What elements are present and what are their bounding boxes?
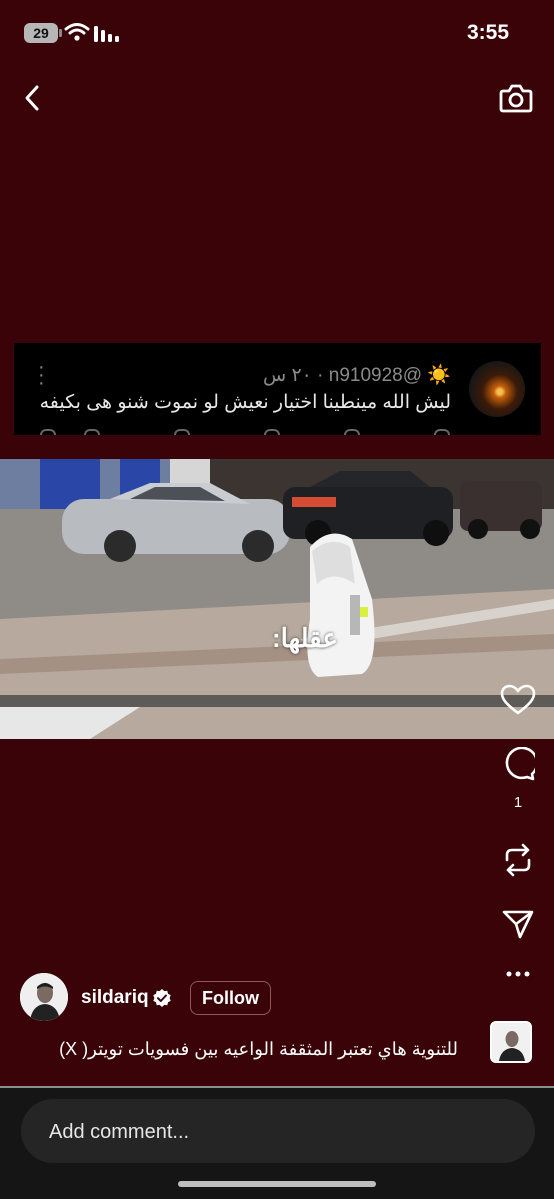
verified-badge-icon (153, 989, 171, 1007)
home-indicator (178, 1181, 376, 1187)
top-bar (0, 66, 554, 130)
username[interactable]: sildariq (81, 987, 149, 1009)
author-row: sildariq Follow (20, 973, 420, 1023)
heart-icon (500, 684, 536, 715)
more-button[interactable] (500, 962, 536, 986)
tweet-avatar (469, 361, 525, 417)
back-button[interactable] (14, 80, 50, 116)
follow-button[interactable]: Follow (190, 981, 271, 1015)
battery-level: 29 (33, 25, 49, 41)
bookmark-icon (84, 429, 100, 435)
wifi-icon (64, 23, 90, 41)
share-button[interactable] (500, 906, 536, 942)
avatar[interactable] (20, 973, 68, 1021)
audio-thumbnail[interactable] (490, 1021, 532, 1063)
repost-icon (505, 843, 531, 877)
tweet-screenshot: ☀️ @n910928 · ٢٠ س ليش الله مينطينا اختي… (14, 343, 541, 435)
repost-button[interactable] (500, 842, 536, 878)
share-icon (40, 429, 56, 435)
reply-icon (434, 429, 450, 435)
comment-placeholder: Add comment... (49, 1121, 190, 1143)
avatar-image (20, 973, 68, 1021)
video-scene (0, 459, 554, 739)
tweet-meta: ☀️ @n910928 · ٢٠ س (263, 363, 451, 387)
signal-icon (94, 26, 119, 42)
post-caption[interactable]: للتنوية هاي تعتبر المثقفة الواعيه بين فس… (59, 1039, 458, 1060)
tweet-actions (14, 429, 541, 435)
camera-icon (499, 84, 533, 113)
battery-indicator: 29 (24, 23, 62, 43)
status-bar: 29 3:55 (0, 0, 554, 66)
tweet-handle-time: @n910928 · ٢٠ س (262, 365, 423, 386)
sun-emoji: ☀️ (427, 365, 451, 386)
views-icon (174, 429, 190, 435)
like-button[interactable] (500, 682, 536, 718)
comment-button[interactable] (500, 746, 536, 782)
tweet-text: ليش الله مينطينا اختيار نعيش لو نموت شنو… (39, 392, 451, 413)
chevron-left-icon (25, 85, 39, 111)
comment-icon (505, 747, 535, 781)
comment-count: 1 (513, 794, 523, 811)
retweet-icon (344, 429, 360, 435)
send-icon (502, 910, 534, 939)
audio-thumbnail-image (492, 1023, 530, 1061)
clock: 3:55 (466, 21, 509, 44)
more-horizontal-icon (506, 971, 530, 977)
comment-input[interactable]: Add comment... (21, 1099, 535, 1163)
camera-button[interactable] (496, 78, 536, 118)
video-frame[interactable]: عقلها: (0, 459, 554, 739)
bottom-bar: Add comment... (0, 1088, 554, 1199)
like-icon (264, 429, 280, 435)
video-overlay-text: عقلها: (272, 623, 338, 653)
more-vertical-icon: · · · (38, 356, 45, 394)
